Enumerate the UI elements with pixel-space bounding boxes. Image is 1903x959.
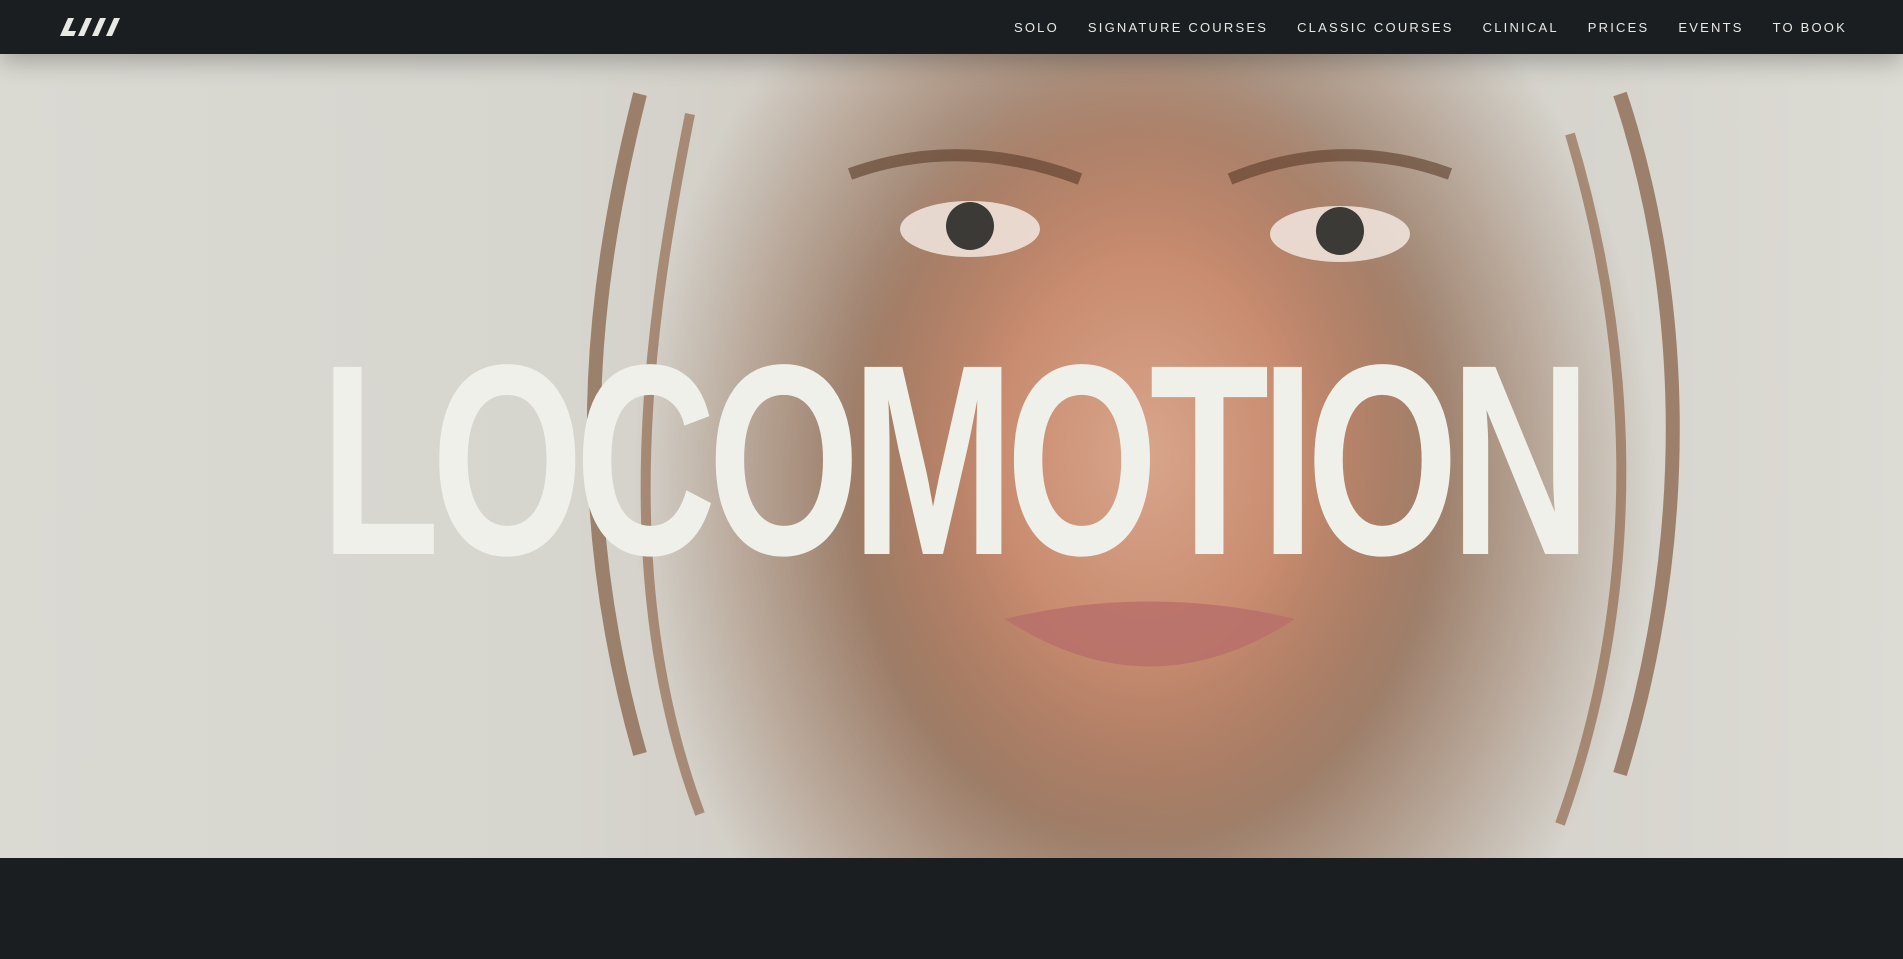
footer-band: [0, 858, 1903, 959]
nav-item-to-book[interactable]: TO BOOK: [1773, 20, 1847, 35]
nav-item-prices[interactable]: PRICES: [1588, 20, 1650, 35]
main-nav: SOLO SIGNATURE COURSES CLASSIC COURSES C…: [1014, 0, 1847, 54]
nav-item-clinical[interactable]: CLINICAL: [1483, 20, 1559, 35]
nav-item-events[interactable]: EVENTS: [1678, 20, 1743, 35]
nav-item-solo[interactable]: SOLO: [1014, 20, 1059, 35]
nav-item-classic-courses[interactable]: CLASSIC COURSES: [1297, 20, 1454, 35]
nav-item-signature-courses[interactable]: SIGNATURE COURSES: [1088, 20, 1268, 35]
brand-logo-icon[interactable]: [60, 18, 128, 36]
top-navbar: SOLO SIGNATURE COURSES CLASSIC COURSES C…: [0, 0, 1903, 54]
hero-section: LOCOMOTION: [0, 54, 1903, 858]
hero-title: LOCOMOTION: [320, 308, 1591, 612]
